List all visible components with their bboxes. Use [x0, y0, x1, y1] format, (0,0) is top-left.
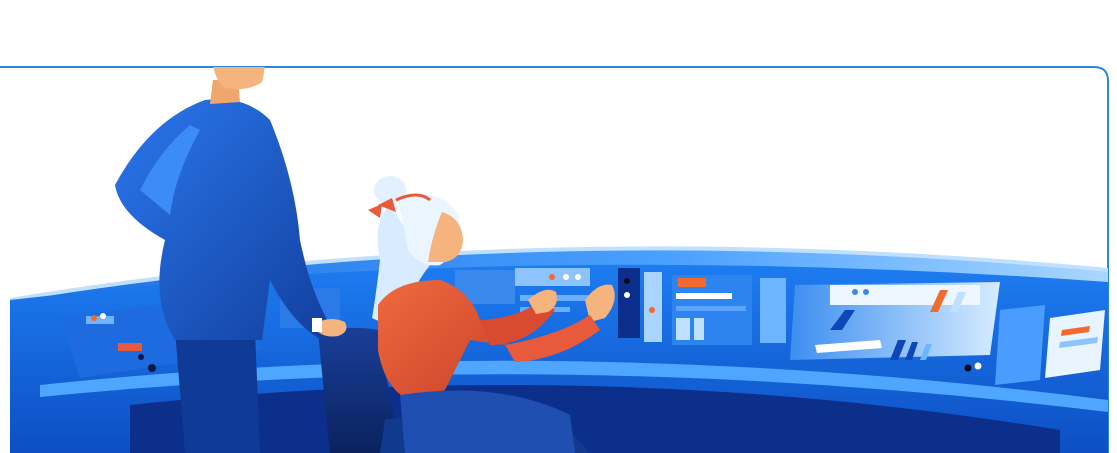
indicator-light [649, 307, 655, 313]
man-hand [318, 319, 347, 337]
indicator-light [563, 274, 569, 280]
illustration-stage [0, 0, 1117, 453]
indicator-light [624, 292, 630, 298]
indicator-light [100, 313, 106, 319]
indicator-light [549, 274, 555, 280]
indicator-light [852, 289, 858, 295]
indicator-light [974, 362, 982, 370]
indicator-light [575, 274, 581, 280]
indicator-light [148, 364, 156, 372]
indicator-light [138, 354, 144, 360]
indicator-light [863, 289, 869, 295]
man-hair [205, 10, 272, 60]
indicator-light [624, 278, 630, 284]
indicator-light [91, 315, 97, 321]
indicator-light [964, 364, 972, 372]
indicator-light [983, 355, 989, 361]
man-head [211, 67, 265, 90]
control-room-illustration [0, 10, 1109, 453]
